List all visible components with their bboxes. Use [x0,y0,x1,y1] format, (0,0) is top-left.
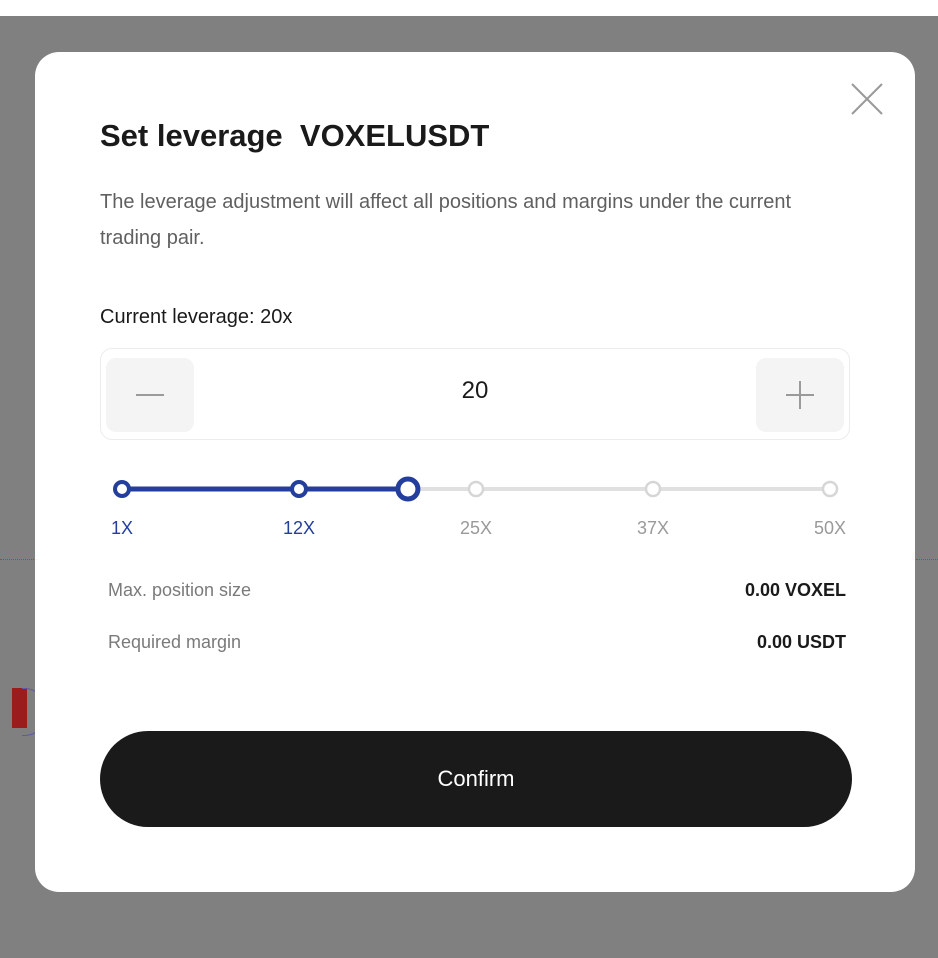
increase-button[interactable] [756,358,844,432]
slider-tick-label[interactable]: 50X [814,518,846,539]
required-margin-value: 0.00 USDT [756,632,846,652]
confirm-button[interactable]: Confirm [100,731,852,827]
max-position-value: 0.00 VOXEL [744,580,846,600]
close-icon[interactable] [848,78,888,118]
leverage-stepper [100,348,850,440]
slider-tick-label[interactable]: 12X [283,518,315,539]
required-margin-label: Required margin [108,632,242,652]
current-leverage: Current leverage: 20x [100,306,293,328]
slider-tick-marker[interactable] [821,480,839,498]
slider-handle[interactable] [395,476,421,502]
slider-tick-label[interactable]: 25X [460,518,492,539]
minus-icon [136,394,164,396]
decrease-button[interactable] [106,358,194,432]
slider-tick-marker[interactable] [290,480,308,498]
slider-tick-label[interactable]: 1X [111,518,133,539]
chart-dotted-line-right [916,559,938,560]
slider-tick-marker[interactable] [644,480,662,498]
leverage-input[interactable] [201,377,749,405]
dialog-title: Set leverage VOXELUSDT [100,118,490,153]
chart-dotted-line-left [0,559,34,560]
slider-tick-marker[interactable] [467,480,485,498]
plus-icon [786,381,814,409]
slider-tick-label[interactable]: 37X [637,518,669,539]
leverage-slider[interactable]: 1X 12X 25X 37X 50X [100,470,850,550]
slider-tick-marker[interactable] [113,480,131,498]
max-position-label: Max. position size [108,580,252,600]
dialog-description: The leverage adjustment will affect all … [100,191,792,249]
